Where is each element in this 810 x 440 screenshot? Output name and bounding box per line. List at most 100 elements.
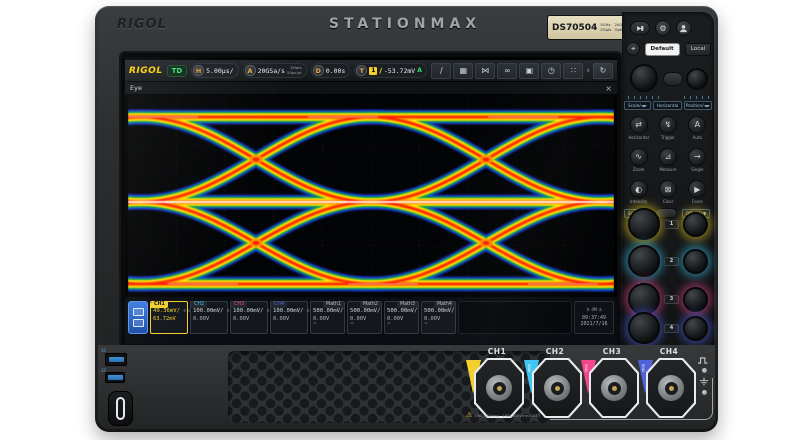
- usb-port-1[interactable]: [105, 353, 127, 366]
- eye-window-titlebar[interactable]: Eye ×: [125, 82, 617, 95]
- single-key[interactable]: →Single: [683, 144, 712, 175]
- clock-icon: ◷: [598, 308, 603, 313]
- impedance-label: 50Ω: [527, 364, 532, 372]
- touch-icon: ⌖: [631, 44, 635, 54]
- auto-key-icon: A: [688, 116, 706, 134]
- key-label: Single: [691, 167, 703, 172]
- ch1-scale-knob[interactable]: [628, 208, 660, 240]
- trigger-key[interactable]: ↯Trigger: [653, 112, 682, 143]
- horizontal-position-knob[interactable]: [686, 68, 708, 90]
- user-button[interactable]: [676, 20, 692, 36]
- memory-indicator: 4M: [590, 308, 598, 313]
- coupling-flags: ≡: [307, 308, 310, 313]
- channel-offset: 0.00V: [233, 316, 265, 322]
- local-button[interactable]: Local: [685, 43, 712, 56]
- horizontal-scale-group[interactable]: H 5.00μs/: [191, 63, 238, 78]
- usb-port-2[interactable]: [105, 372, 125, 383]
- record-button[interactable]: ▣: [519, 63, 539, 79]
- status-indicators: ↯4M◷: [585, 307, 602, 314]
- close-icon[interactable]: ×: [605, 84, 612, 93]
- memory-depth: 1Mpts 50ps/pt: [287, 66, 302, 75]
- math-label: Math1: [323, 302, 344, 308]
- channel-label: CH4: [271, 302, 287, 308]
- eye-diagram: [128, 95, 614, 297]
- zoom-key[interactable]: ∿Zoom: [624, 144, 653, 175]
- touch-lock-button[interactable]: ⌖: [626, 42, 640, 56]
- waveform-plot-area[interactable]: [128, 95, 614, 297]
- channel-box-ch2[interactable]: CH2 100.00mV/ ≡ 0.00V: [190, 301, 228, 334]
- math-operator: =: [424, 322, 453, 326]
- bnc-connector-ch3[interactable]: 50Ω: [585, 358, 639, 420]
- horizontal-scale-knob[interactable]: [630, 64, 658, 92]
- run-state-badge[interactable]: TD: [167, 65, 188, 77]
- key-label: Force: [692, 199, 703, 204]
- channel-3-controls: 3: [622, 283, 714, 315]
- system-status[interactable]: ↯4M◷ 09:37:49 2021/7/16: [574, 301, 614, 334]
- h-key-badge: H: [193, 65, 204, 76]
- screen-toolbar: RIGOL TD H 5.00μs/ A 20GSa/s 1Mpts 50ps/…: [125, 60, 617, 82]
- settings-button[interactable]: ⚙: [655, 20, 671, 36]
- label-horizontal: Horizontal: [653, 101, 682, 110]
- play-pause-button[interactable]: ▶▮: [630, 21, 650, 35]
- channel-offset: 0.00V: [193, 316, 225, 322]
- delay-group[interactable]: D 0.00s: [311, 63, 351, 78]
- comp-ground-pin[interactable]: [702, 390, 707, 395]
- math-box-math1[interactable]: Math1 500.00mV/ 0.00V =: [310, 301, 345, 334]
- apps-button[interactable]: ∷: [563, 63, 583, 79]
- default-button[interactable]: Default: [645, 43, 680, 56]
- power-button[interactable]: [108, 391, 133, 426]
- ch4-enable-button[interactable]: 4: [664, 324, 679, 333]
- channel-box-ch1[interactable]: CH1 49.36mV/ ≡ Ω 63.72mV: [150, 301, 188, 334]
- brand-logo: RIGOL: [117, 17, 167, 32]
- history-button[interactable]: ◷: [541, 63, 561, 79]
- ch4-scale-knob[interactable]: [628, 312, 660, 344]
- auto-key[interactable]: AAuto: [683, 112, 712, 143]
- display-icon: [133, 308, 144, 316]
- math-box-math2[interactable]: Math2 500.00mV/ 0.00V =: [347, 301, 382, 334]
- ch1-enable-button[interactable]: 1: [664, 220, 679, 229]
- display-overview-button[interactable]: [128, 301, 148, 334]
- math-box-math4[interactable]: Math4 500.00mV/ 0.00V =: [421, 301, 456, 334]
- channel-box-ch4[interactable]: CH4 100.00mV/ ≡ 0.00V: [270, 301, 308, 334]
- ch2-scale-knob[interactable]: [628, 245, 660, 277]
- ch3-scale-knob[interactable]: [628, 283, 660, 315]
- model-number: DS70504: [552, 23, 597, 33]
- force-key[interactable]: ▶Force: [683, 177, 712, 208]
- channel-scale: 100.00mV/ ≡: [233, 308, 265, 314]
- bnc-label-ch2: CH2: [528, 347, 582, 356]
- channel-box-ch3[interactable]: CH3 100.00mV/ ≡ 0.00V: [230, 301, 268, 334]
- math-operator: =: [387, 322, 416, 326]
- eye-analysis-button[interactable]: ⋈: [475, 63, 495, 79]
- probe-comp-terminals[interactable]: [698, 357, 710, 395]
- function-key-grid: ⇄Horizontal ↯Trigger AAuto ∿Zoom ⊿Measur…: [624, 112, 712, 208]
- ch4-offset-knob[interactable]: [683, 316, 708, 341]
- bnc-connector-ch4[interactable]: 50Ω: [642, 358, 696, 420]
- results-table-button[interactable]: ▦: [453, 63, 473, 79]
- trigger-mode-badge: A: [417, 67, 422, 74]
- key-label: Clear: [663, 199, 673, 204]
- empty-slot: [458, 301, 572, 334]
- measure-button[interactable]: ∕: [431, 63, 451, 79]
- spec-memory: 2Gpts: [600, 28, 611, 33]
- math-box-math3[interactable]: Math3 500.00mV/ 0.00V =: [384, 301, 419, 334]
- sync-button[interactable]: ↻: [593, 63, 613, 79]
- horizontal-key[interactable]: ⇄Horizontal: [624, 112, 653, 143]
- horizontal-menu-button[interactable]: [663, 72, 683, 86]
- channel-label: CH2: [191, 302, 207, 308]
- measure-key[interactable]: ⊿Measure: [653, 144, 682, 175]
- clear-key[interactable]: ⊠Clear: [653, 177, 682, 208]
- trigger-group[interactable]: T 1 ∕ -53.72mV A: [354, 63, 427, 78]
- chevron-right-icon[interactable]: ›: [585, 66, 591, 76]
- impedance-label: 50Ω: [584, 364, 589, 372]
- ch1-offset-knob[interactable]: [683, 212, 708, 237]
- comp-signal-pin[interactable]: [702, 368, 707, 373]
- ch2-enable-button[interactable]: 2: [664, 257, 679, 266]
- key-label: Measure: [659, 167, 676, 172]
- search-button[interactable]: ∞: [497, 63, 517, 79]
- ch3-enable-button[interactable]: 3: [664, 295, 679, 304]
- ch3-offset-knob[interactable]: [683, 287, 708, 312]
- acquisition-group[interactable]: A 20GSa/s 1Mpts 50ps/pt: [243, 63, 307, 78]
- ch2-offset-knob[interactable]: [683, 249, 708, 274]
- intensity-key[interactable]: ◐Intensity: [624, 177, 653, 208]
- channel-label: CH1: [151, 302, 168, 308]
